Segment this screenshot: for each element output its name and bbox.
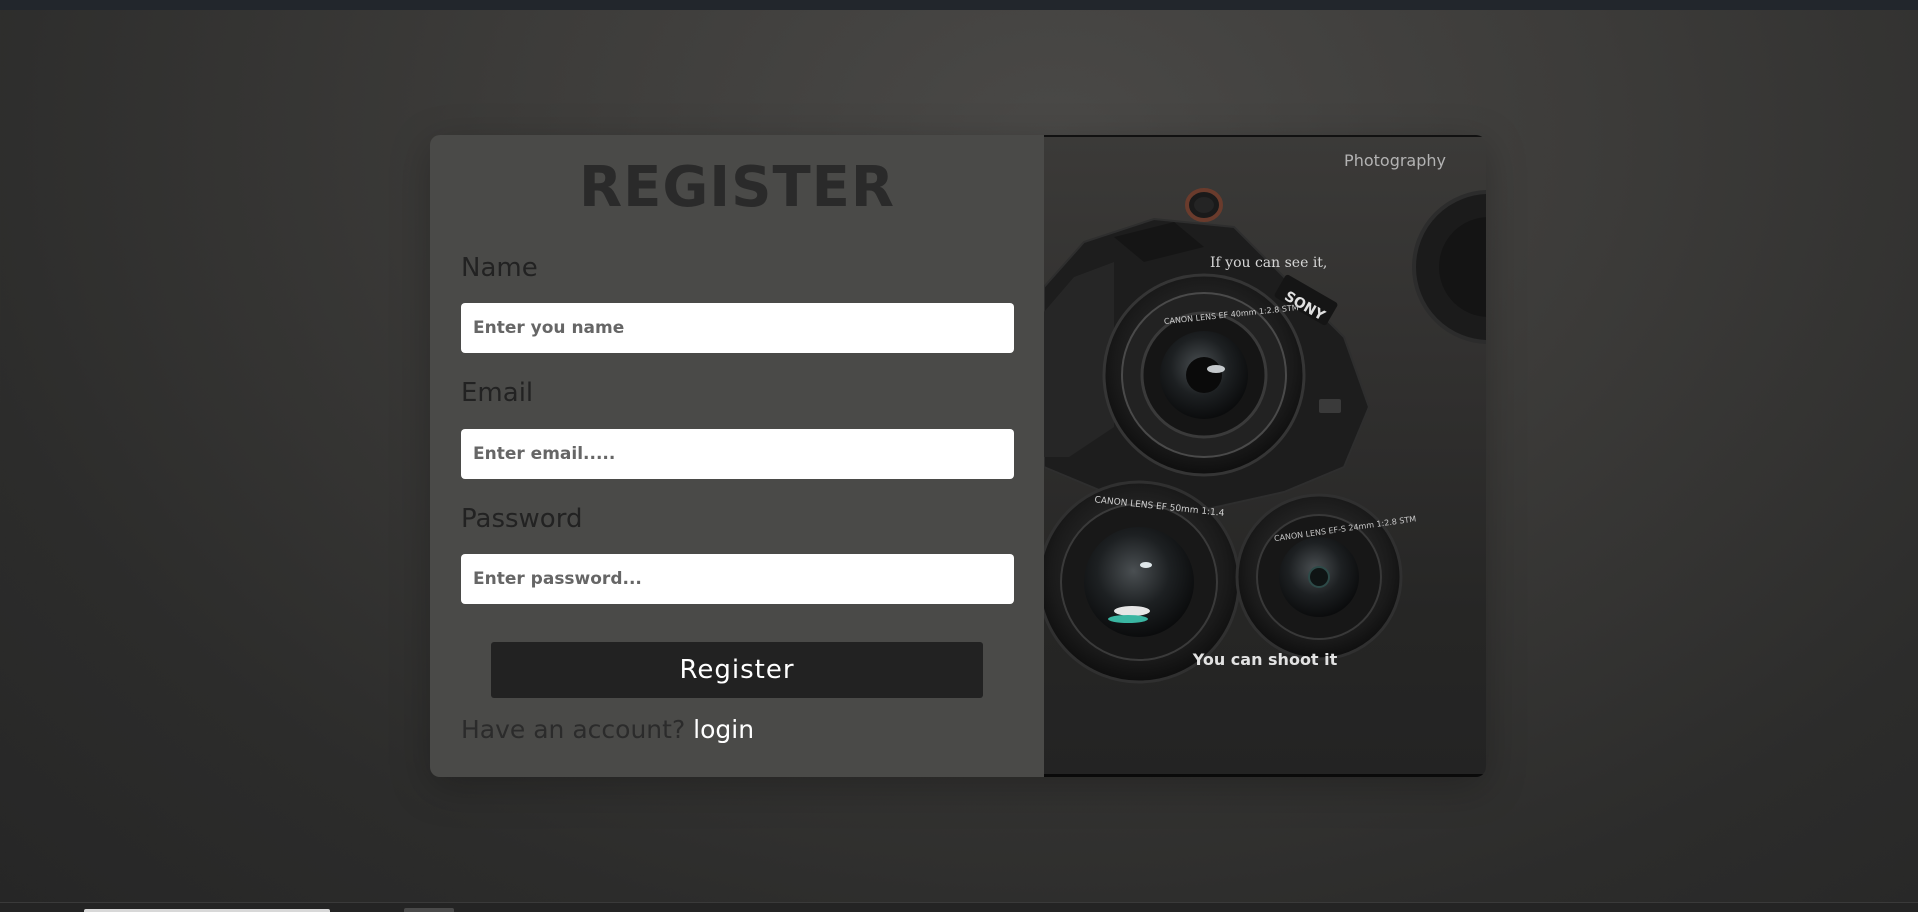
quote-bottom: You can shoot it [1192,650,1338,669]
register-card: REGISTER Name Email Password Register Ha… [430,135,1486,777]
quote-top: If you can see it, [1210,255,1328,271]
camera-photo: SONY CANON LENS EF 40mm 1:2.8 STM CANON … [1044,188,1486,684]
photo-panel: SONY CANON LENS EF 40mm 1:2.8 STM CANON … [1044,135,1486,777]
login-prompt: Have an account? login [461,715,754,744]
page-title: REGISTER [578,155,896,220]
register-button[interactable]: Register [491,642,983,698]
password-label: Password [461,504,583,534]
browser-bottom-bar [0,902,1918,912]
register-form: REGISTER Name Email Password Register Ha… [430,135,1044,777]
edge-lens [1412,190,1486,344]
lens-right: CANON LENS EF-S 24mm 1:2.8 STM [1235,493,1417,661]
password-input[interactable] [461,554,1014,604]
account-prompt-text: Have an account? [461,715,686,744]
login-link[interactable]: login [693,715,754,744]
name-input[interactable] [461,303,1014,353]
browser-top-bar [0,0,1918,10]
taskbar-tab-small[interactable] [404,908,454,912]
ring-accent [1185,188,1223,222]
photography-tag: Photography [1344,151,1446,170]
main-lens: CANON LENS EF 40mm 1:2.8 STM [1102,273,1306,477]
name-label: Name [461,253,538,283]
email-label: Email [461,378,534,408]
email-input[interactable] [461,429,1014,479]
